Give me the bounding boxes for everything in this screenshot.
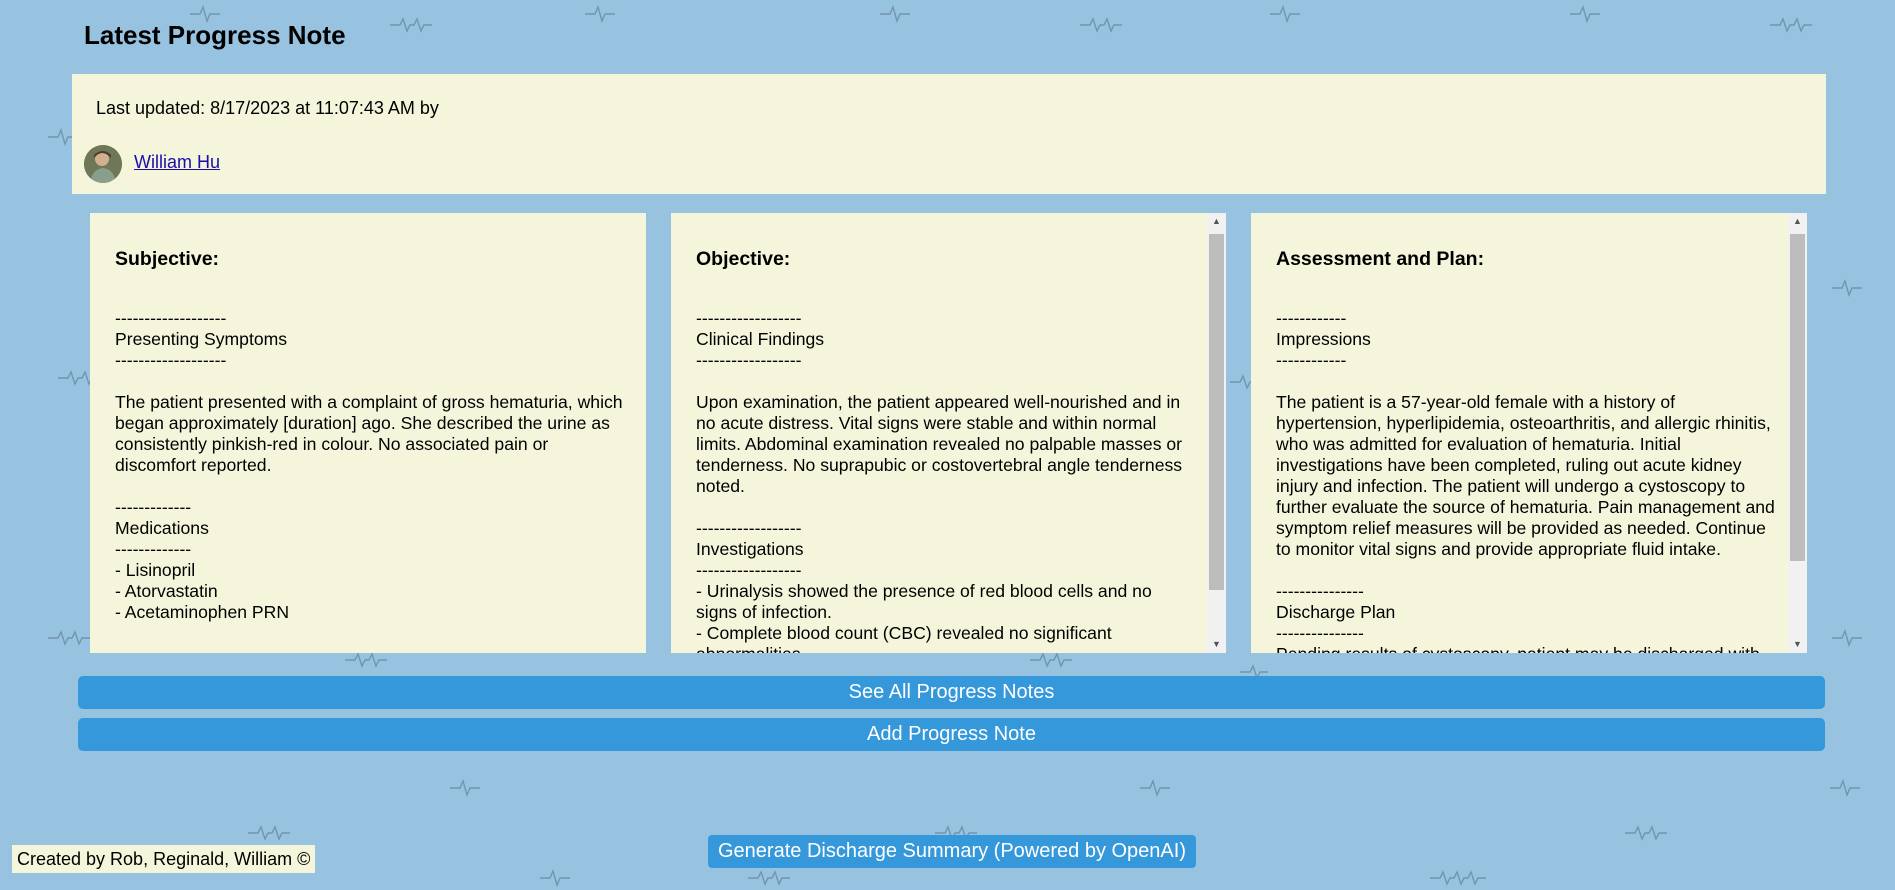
scroll-down-arrow-icon[interactable]: ▼ [1207,636,1226,653]
see-all-progress-notes-button[interactable]: See All Progress Notes [78,676,1825,709]
subjective-note-panel[interactable]: Subjective: ------------------- Presenti… [90,213,646,653]
scroll-up-arrow-icon[interactable]: ▲ [1788,213,1807,230]
assessment-plan-scroll-thumb[interactable] [1790,234,1805,561]
objective-heading: Objective: [696,248,791,270]
generate-discharge-summary-button[interactable]: Generate Discharge Summary (Powered by O… [708,835,1196,868]
scroll-up-arrow-icon[interactable]: ▲ [1207,213,1226,230]
assessment-plan-scrollbar[interactable]: ▲ ▼ [1788,213,1807,653]
objective-body: ------------------ Clinical Findings ---… [696,308,1183,653]
author-link[interactable]: William Hu [134,152,220,173]
avatar-portrait-icon [84,145,122,183]
subjective-content: Subjective: ------------------- Presenti… [115,213,632,623]
credit-footer: Created by Rob, Reginald, William © [12,845,316,873]
last-updated-panel: Last updated: 8/17/2023 at 11:07:43 AM b… [72,74,1826,194]
objective-scrollbar[interactable]: ▲ ▼ [1207,213,1226,653]
objective-content: Objective: ------------------ Clinical F… [696,213,1196,653]
assessment-plan-content: Assessment and Plan: ------------ Impres… [1276,213,1777,653]
page-title: Latest Progress Note [84,20,346,50]
subjective-body: ------------------- Presenting Symptoms … [115,308,623,622]
assessment-plan-heading: Assessment and Plan: [1276,248,1485,270]
scroll-down-arrow-icon[interactable]: ▼ [1788,636,1807,653]
objective-note-panel[interactable]: Objective: ------------------ Clinical F… [671,213,1226,653]
assessment-plan-note-panel[interactable]: Assessment and Plan: ------------ Impres… [1251,213,1807,653]
author-avatar [84,145,122,183]
subjective-heading: Subjective: [115,248,220,270]
last-updated-text: Last updated: 8/17/2023 at 11:07:43 AM b… [96,98,439,118]
objective-scroll-thumb[interactable] [1209,234,1224,590]
assessment-plan-body: ------------ Impressions ------------ Th… [1276,308,1775,653]
add-progress-note-button[interactable]: Add Progress Note [78,718,1825,751]
